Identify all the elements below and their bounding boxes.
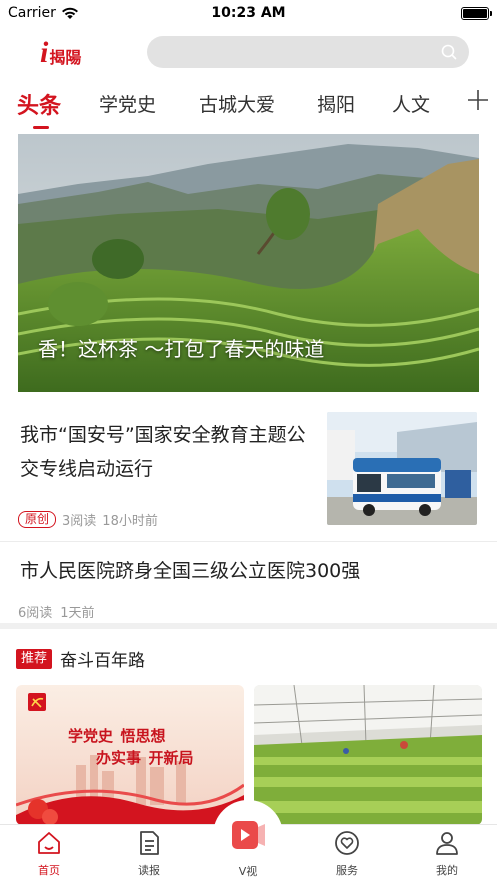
nav-home[interactable]: 首页 xyxy=(19,830,79,878)
news-thumbnail xyxy=(327,412,477,525)
nav-profile[interactable]: 我的 xyxy=(417,830,477,878)
active-tab-indicator xyxy=(33,126,49,129)
read-count: 3阅读 xyxy=(62,514,97,529)
nav-label: 服务 xyxy=(336,864,358,877)
app-logo[interactable]: i 揭陽 xyxy=(40,38,92,68)
news-title: 市人民医院跻身全国三级公立医院300强 xyxy=(20,560,361,582)
nav-label: 我的 xyxy=(436,864,458,877)
carrier-label: Carrier xyxy=(8,5,56,21)
tab-party-history[interactable]: 学党史 xyxy=(99,90,156,117)
status-bar: Carrier 10:23 AM xyxy=(0,0,497,26)
news-meta: 原创 3阅读 18小时前 xyxy=(18,510,158,529)
recommend-header: 推荐 奋斗百年路 xyxy=(16,646,145,671)
read-count: 6阅读 xyxy=(18,606,53,621)
tab-jieyang[interactable]: 揭阳 xyxy=(317,90,355,117)
logo-text: 揭陽 xyxy=(49,50,82,67)
nav-video[interactable] xyxy=(213,800,283,870)
news-meta: 6阅读 1天前 xyxy=(18,602,95,621)
heart-service-icon xyxy=(335,831,359,855)
original-badge: 原创 xyxy=(18,511,57,528)
channel-tabs: 头条 学党史 古城大爱 揭阳 人文 xyxy=(0,86,497,130)
wifi-icon xyxy=(61,7,78,19)
nav-label[interactable]: V视 xyxy=(213,863,283,879)
recommend-card-tea[interactable] xyxy=(254,685,482,825)
recommend-title[interactable]: 奋斗百年路 xyxy=(60,646,145,671)
nav-label: 读报 xyxy=(138,864,160,877)
search-bar[interactable] xyxy=(147,36,469,68)
card-slogan-line1: 学党史 悟思想 xyxy=(68,729,166,745)
bus-photo xyxy=(327,412,477,525)
app-header: i 揭陽 xyxy=(0,34,497,72)
video-icon xyxy=(232,821,265,849)
plus-icon[interactable] xyxy=(466,88,490,112)
tea-greenhouse-image xyxy=(254,685,482,825)
news-title: 我市“国安号”国家安全教育主题公交专线启动运行 xyxy=(20,424,306,480)
publish-time: 1天前 xyxy=(60,606,95,621)
tab-culture[interactable]: 人文 xyxy=(392,90,430,117)
news-item[interactable]: 市人民医院跻身全国三级公立医院300强 6阅读 1天前 xyxy=(0,542,497,622)
nav-label: 首页 xyxy=(38,864,60,877)
section-separator xyxy=(0,623,497,629)
news-item[interactable]: 我市“国安号”国家安全教育主题公交专线启动运行 原创 3阅读 18小时前 xyxy=(0,400,497,540)
search-input[interactable] xyxy=(147,36,427,68)
home-icon xyxy=(38,832,60,854)
recommend-badge: 推荐 xyxy=(16,648,53,669)
search-icon[interactable] xyxy=(441,44,457,60)
user-icon xyxy=(436,832,458,855)
battery-icon xyxy=(461,6,492,20)
recommend-card-party[interactable]: 学党史 悟思想 办实事 开新局 xyxy=(16,685,244,825)
nav-service[interactable]: 服务 xyxy=(317,830,377,878)
hero-banner[interactable]: 香！这杯茶 ～打包了春天的味道 xyxy=(18,134,479,392)
logo-i-mark: i xyxy=(40,36,49,69)
publish-time: 18小时前 xyxy=(102,514,158,529)
card-slogan-line2: 办实事 开新局 xyxy=(96,751,194,767)
newspaper-icon xyxy=(140,831,159,855)
carrier-info: Carrier xyxy=(8,5,79,21)
tab-headlines[interactable]: 头条 xyxy=(17,88,61,120)
hero-caption: 香！这杯茶 ～打包了春天的味道 xyxy=(38,337,325,361)
tab-ancient-city[interactable]: 古城大爱 xyxy=(199,90,275,117)
nav-newspaper[interactable]: 读报 xyxy=(119,830,179,878)
